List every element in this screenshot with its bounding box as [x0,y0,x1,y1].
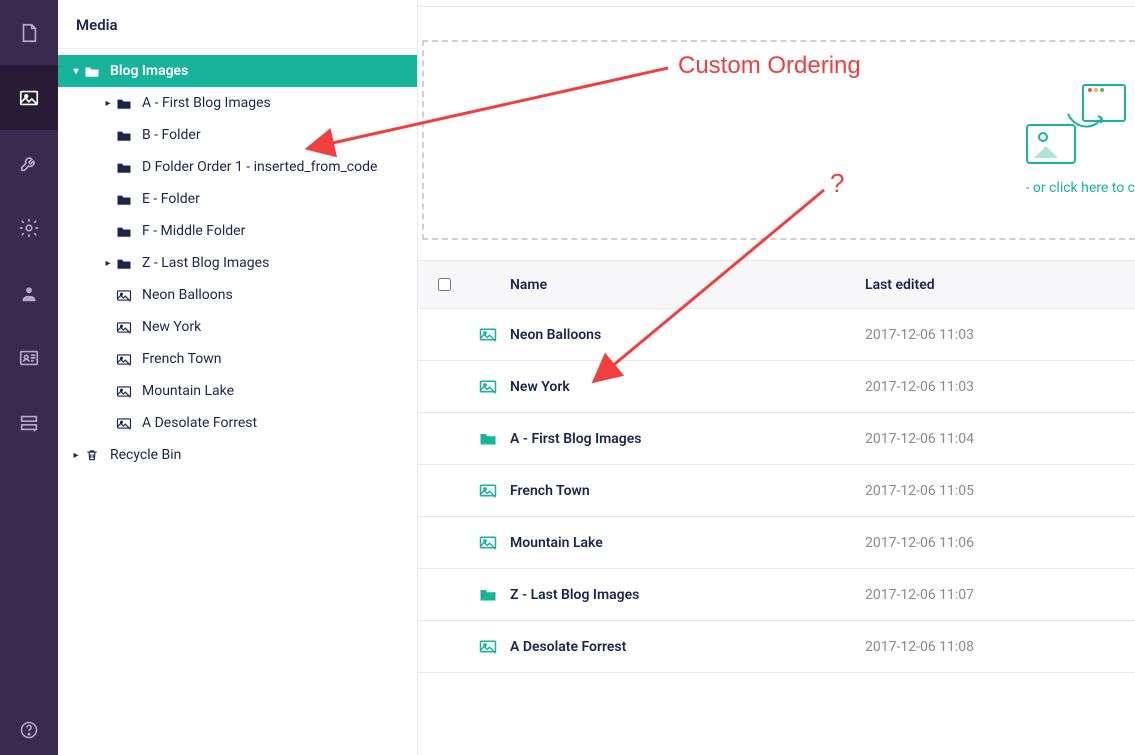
caret-right-icon: ▸ [102,258,114,269]
tree-item[interactable]: D Folder Order 1 - inserted_from_code [58,151,417,183]
select-all-checkbox[interactable] [418,278,470,291]
upload-illustration-icon [1026,84,1126,164]
table-row[interactable]: Mountain Lake2017-12-06 11:06 [418,517,1135,569]
media-list: Name Last edited Neon Balloons2017-12-06… [418,260,1135,673]
tree-item[interactable]: ▸ A - First Blog Images [58,87,417,119]
tree-root-label: Blog Images [110,63,188,79]
image-icon [114,353,134,366]
tree-item[interactable]: French Town [58,343,417,375]
header-name[interactable]: Name [470,277,865,293]
list-header-row: Name Last edited [418,261,1135,309]
image-icon [114,417,134,430]
nav-forms-icon[interactable] [0,390,58,455]
row-name: Z - Last Blog Images [506,587,865,603]
tree-item[interactable]: ▸ Z - Last Blog Images [58,247,417,279]
row-last-edited: 2017-12-06 11:03 [865,327,1135,343]
row-last-edited: 2017-12-06 11:05 [865,483,1135,499]
section-title: Media [58,0,417,49]
row-name: French Town [506,483,865,499]
table-row[interactable]: A Desolate Forrest2017-12-06 11:08 [418,621,1135,673]
recycle-bin-label: Recycle Bin [110,447,181,463]
image-icon [470,535,506,550]
tree-item-label: E - Folder [142,191,200,207]
nav-gear-icon[interactable] [0,195,58,260]
row-name: A Desolate Forrest [506,639,865,655]
nav-settings-wrench-icon[interactable] [0,130,58,195]
folder-icon [470,431,506,446]
image-icon [470,327,506,342]
nav-media-icon[interactable] [0,65,58,130]
table-row[interactable]: Z - Last Blog Images2017-12-06 11:07 [418,569,1135,621]
image-icon [470,379,506,394]
image-icon [114,289,134,302]
tree-item[interactable]: Neon Balloons [58,279,417,311]
tree-item-label: F - Middle Folder [142,223,245,239]
table-row[interactable]: New York2017-12-06 11:03 [418,361,1135,413]
tree-panel: Media ▾ Blog Images ▸ A - First Blog Imag… [58,0,418,755]
row-last-edited: 2017-12-06 11:03 [865,379,1135,395]
caret-right-icon: ▸ [70,450,82,461]
main-content: - or click here to c Name Last edited Ne… [418,0,1135,755]
tree-item-label: Mountain Lake [142,383,234,399]
nav-rail [0,0,58,755]
caret-right-icon: ▸ [102,98,114,109]
nav-users-icon[interactable] [0,260,58,325]
media-tree: ▾ Blog Images ▸ A - First Blog Images B - … [58,49,417,471]
folder-icon [114,225,134,238]
tree-item-label: Z - Last Blog Images [142,255,269,271]
row-name: A - First Blog Images [506,431,865,447]
table-row[interactable]: Neon Balloons2017-12-06 11:03 [418,309,1135,361]
folder-icon [114,97,134,110]
caret-down-icon: ▾ [70,66,82,77]
tree-item[interactable]: E - Folder [58,183,417,215]
folder-icon [114,161,134,174]
dropzone-text: - or click here to c [1026,180,1135,196]
tree-item-label: D Folder Order 1 - inserted_from_code [142,159,377,175]
row-last-edited: 2017-12-06 11:06 [865,535,1135,551]
table-row[interactable]: French Town2017-12-06 11:05 [418,465,1135,517]
row-name: New York [506,379,865,395]
image-icon [470,639,506,654]
trash-icon [82,447,102,463]
row-last-edited: 2017-12-06 11:08 [865,639,1135,655]
folder-icon [114,257,134,270]
row-last-edited: 2017-12-06 11:07 [865,587,1135,603]
tree-item-label: A - First Blog Images [142,95,271,111]
table-row[interactable]: A - First Blog Images2017-12-06 11:04 [418,413,1135,465]
image-icon [470,483,506,498]
row-last-edited: 2017-12-06 11:04 [865,431,1135,447]
app-root: Media ▾ Blog Images ▸ A - First Blog Imag… [0,0,1135,755]
nav-help-icon[interactable] [0,705,58,755]
tree-item[interactable]: Mountain Lake [58,375,417,407]
folder-icon [114,193,134,206]
tree-recycle-bin[interactable]: ▸ Recycle Bin [58,439,417,471]
folder-icon [470,587,506,602]
row-name: Neon Balloons [506,327,865,343]
tree-item[interactable]: B - Folder [58,119,417,151]
image-icon [114,321,134,334]
tree-item-label: B - Folder [142,127,201,143]
tree-item[interactable]: New York [58,311,417,343]
tree-item[interactable]: F - Middle Folder [58,215,417,247]
image-icon [114,385,134,398]
header-last-edited[interactable]: Last edited [865,277,1135,293]
tree-item[interactable]: A Desolate Forrest [58,407,417,439]
folder-icon [114,129,134,142]
nav-content-icon[interactable] [0,0,58,65]
tree-root-blog-images[interactable]: ▾ Blog Images [58,55,417,87]
folder-icon [82,65,102,78]
tree-item-label: New York [142,319,201,335]
nav-members-icon[interactable] [0,325,58,390]
tree-item-label: Neon Balloons [142,287,233,303]
row-name: Mountain Lake [506,535,865,551]
tree-item-label: A Desolate Forrest [142,415,257,431]
tree-item-label: French Town [142,351,221,367]
upload-dropzone[interactable]: - or click here to c [422,40,1135,240]
